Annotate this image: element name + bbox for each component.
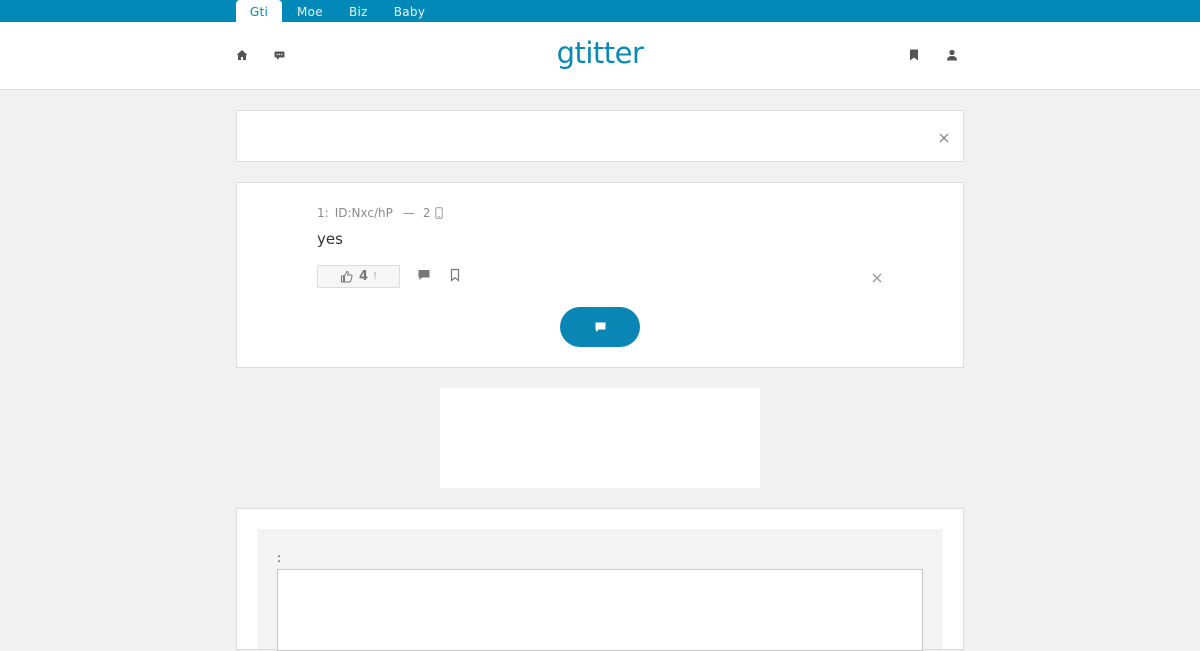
chat-icon[interactable] bbox=[273, 47, 289, 63]
post-card: 1: ID:Nxc/hP — 2 yes 4 ! bbox=[236, 182, 964, 368]
home-icon[interactable] bbox=[235, 47, 251, 63]
tab-gti[interactable]: Gti bbox=[236, 0, 282, 22]
thumbs-up-icon bbox=[340, 270, 353, 283]
post-id[interactable]: ID:Nxc/hP bbox=[335, 206, 393, 220]
like-button[interactable]: 4 ! bbox=[317, 265, 400, 288]
site-header: gtitter bbox=[0, 22, 1200, 90]
compose-label: : bbox=[277, 551, 282, 565]
post-count: 2 bbox=[422, 206, 431, 220]
board-tabs: Gti Moe Biz Baby bbox=[236, 0, 440, 22]
bookmark-outline-icon[interactable] bbox=[448, 267, 462, 282]
compose-form: : bbox=[257, 529, 943, 651]
user-icon[interactable] bbox=[945, 47, 961, 63]
site-logo[interactable]: gtitter bbox=[500, 36, 700, 70]
post-separator: — bbox=[402, 206, 415, 220]
ad-placeholder bbox=[440, 388, 760, 488]
reply-button[interactable] bbox=[560, 307, 640, 347]
tab-moe[interactable]: Moe bbox=[286, 0, 334, 22]
like-count: 4 bbox=[358, 269, 369, 284]
tab-baby[interactable]: Baby bbox=[383, 0, 437, 22]
compose-textarea[interactable] bbox=[277, 569, 923, 651]
post-close-icon[interactable] bbox=[871, 269, 883, 283]
comment-icon[interactable] bbox=[417, 267, 431, 281]
post-body: yes bbox=[317, 230, 343, 248]
tab-biz[interactable]: Biz bbox=[338, 0, 379, 22]
post-meta: 1: ID:Nxc/hP — 2 bbox=[317, 206, 449, 220]
notice-card bbox=[236, 110, 964, 162]
mobile-icon bbox=[434, 207, 443, 219]
compose-card: : bbox=[236, 508, 964, 651]
close-icon[interactable] bbox=[938, 129, 950, 143]
bookmark-icon[interactable] bbox=[907, 47, 923, 63]
like-mark: ! bbox=[373, 271, 378, 282]
top-tab-bar: Gti Moe Biz Baby bbox=[0, 0, 1200, 22]
post-number: 1: bbox=[317, 206, 329, 220]
reply-icon bbox=[594, 321, 607, 334]
